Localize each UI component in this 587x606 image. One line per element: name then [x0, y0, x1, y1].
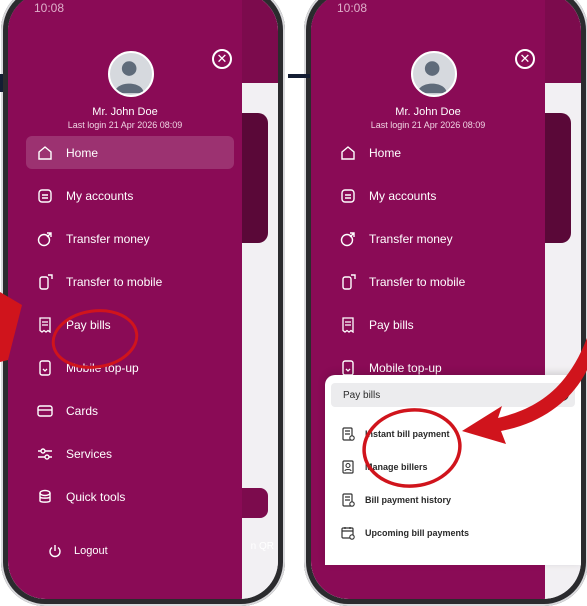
menu-item-transfer-money[interactable]: Transfer money: [329, 222, 537, 255]
status-time: 10:08: [337, 1, 368, 15]
backdrop-strip: [0, 74, 3, 92]
menu-label: Services: [66, 446, 113, 461]
transfer-money-icon: [339, 230, 357, 248]
logout-button[interactable]: Logout: [48, 544, 108, 558]
menu-label: Pay bills: [369, 317, 414, 332]
menu-item-transfer-to-mobile[interactable]: Transfer to mobile: [329, 265, 537, 298]
drawer-menu-left: Home My accounts Transfer money Transfer…: [8, 136, 242, 523]
menu-label: My accounts: [369, 188, 437, 203]
bill-icon: [339, 316, 357, 334]
menu-label: Quick tools: [66, 489, 126, 504]
user-name: Mr. John Doe: [395, 106, 461, 118]
mobile-topup-icon: [339, 359, 357, 377]
menu-label: Home: [66, 145, 99, 160]
menu-label: Transfer to mobile: [369, 274, 466, 289]
menu-item-mobile-top-up[interactable]: Mobile top-up: [26, 351, 234, 384]
menu-label: Pay bills: [66, 317, 111, 332]
option-manage-billers[interactable]: Manage billers: [325, 450, 581, 483]
menu-label: Home: [369, 145, 402, 160]
option-label: Upcoming bill payments: [365, 527, 470, 538]
menu-item-home[interactable]: Home: [329, 136, 537, 169]
phone-screen-left: 10:08 ✕ Mr. John Doe Last login 21 Apr 2…: [8, 0, 278, 599]
side-drawer-left: 10:08 ✕ Mr. John Doe Last login 21 Apr 2…: [8, 0, 242, 599]
services-icon: [36, 445, 54, 463]
logout-label: Logout: [74, 545, 108, 557]
close-drawer-button[interactable]: ✕: [515, 49, 535, 69]
accounts-icon: [339, 187, 357, 205]
menu-item-home[interactable]: Home: [26, 136, 234, 169]
menu-item-my-accounts[interactable]: My accounts: [329, 179, 537, 212]
close-drawer-button[interactable]: ✕: [212, 49, 232, 69]
status-time: 10:08: [34, 1, 65, 15]
menu-label: My accounts: [66, 188, 134, 203]
drawer-menu-right: Home My accounts Transfer money Transfer…: [311, 136, 545, 394]
sheet-title: Pay bills: [343, 389, 381, 401]
pay-bills-sheet: Pay bills ✕ Instant bill payment Manage …: [325, 375, 581, 565]
bill-history-icon: [341, 492, 355, 507]
mobile-topup-icon: [36, 359, 54, 377]
menu-item-pay-bills[interactable]: Pay bills: [26, 308, 234, 341]
last-login: Last login 21 Apr 2026 08:09: [67, 120, 183, 130]
quick-tools-icon: [36, 488, 54, 506]
transfer-money-icon: [36, 230, 54, 248]
menu-label: Transfer money: [66, 231, 150, 246]
phone-screen-right: 10:08 ✕ Mr. John Doe Last login 21 Apr 2…: [311, 0, 581, 599]
user-silhouette-icon: [417, 61, 447, 94]
last-login: Last login 21 Apr 2026 08:09: [370, 120, 486, 130]
menu-item-transfer-to-mobile[interactable]: Transfer to mobile: [26, 265, 234, 298]
menu-item-transfer-money[interactable]: Transfer money: [26, 222, 234, 255]
avatar: [411, 51, 457, 97]
option-label: Bill payment history: [365, 494, 452, 505]
accounts-icon: [36, 187, 54, 205]
user-name: Mr. John Doe: [92, 106, 158, 118]
menu-label: Transfer to mobile: [66, 274, 163, 289]
home-icon: [339, 144, 357, 162]
bill-icon: [36, 316, 54, 334]
menu-item-cards[interactable]: Cards: [26, 394, 234, 427]
phone-frame-right: 10:08 ✕ Mr. John Doe Last login 21 Apr 2…: [304, 0, 587, 606]
option-upcoming-bill-payments[interactable]: Upcoming bill payments: [325, 516, 581, 549]
phone-frame-left: 10:08 ✕ Mr. John Doe Last login 21 Apr 2…: [1, 0, 285, 606]
user-silhouette-icon: [114, 61, 144, 94]
option-instant-bill-payment[interactable]: Instant bill payment: [325, 417, 581, 450]
menu-item-services[interactable]: Services: [26, 437, 234, 470]
backdrop-strip: [288, 74, 310, 78]
option-bill-payment-history[interactable]: Bill payment history: [325, 483, 581, 516]
option-label: Instant bill payment: [365, 428, 450, 439]
menu-item-quick-tools[interactable]: Quick tools: [26, 480, 234, 513]
pay-bills-options: Instant bill payment Manage billers Bill…: [325, 417, 581, 549]
menu-label: Transfer money: [369, 231, 453, 246]
manage-billers-icon: [341, 459, 355, 474]
power-icon: [48, 544, 62, 558]
instant-bill-icon: [341, 426, 355, 441]
menu-label: Mobile top-up: [369, 360, 442, 375]
sheet-header: Pay bills: [331, 383, 575, 407]
menu-item-my-accounts[interactable]: My accounts: [26, 179, 234, 212]
home-icon: [36, 144, 54, 162]
upcoming-bills-icon: [341, 526, 355, 540]
mobile-transfer-icon: [339, 273, 357, 291]
menu-label: Cards: [66, 403, 99, 418]
avatar: [108, 51, 154, 97]
option-label: Manage billers: [365, 461, 428, 472]
menu-label: Mobile top-up: [66, 360, 139, 375]
sheet-close-button[interactable]: ✕: [555, 387, 569, 401]
menu-item-pay-bills[interactable]: Pay bills: [329, 308, 537, 341]
background-qr-label: n QR: [250, 541, 274, 552]
mobile-transfer-icon: [36, 273, 54, 291]
card-icon: [36, 402, 54, 420]
